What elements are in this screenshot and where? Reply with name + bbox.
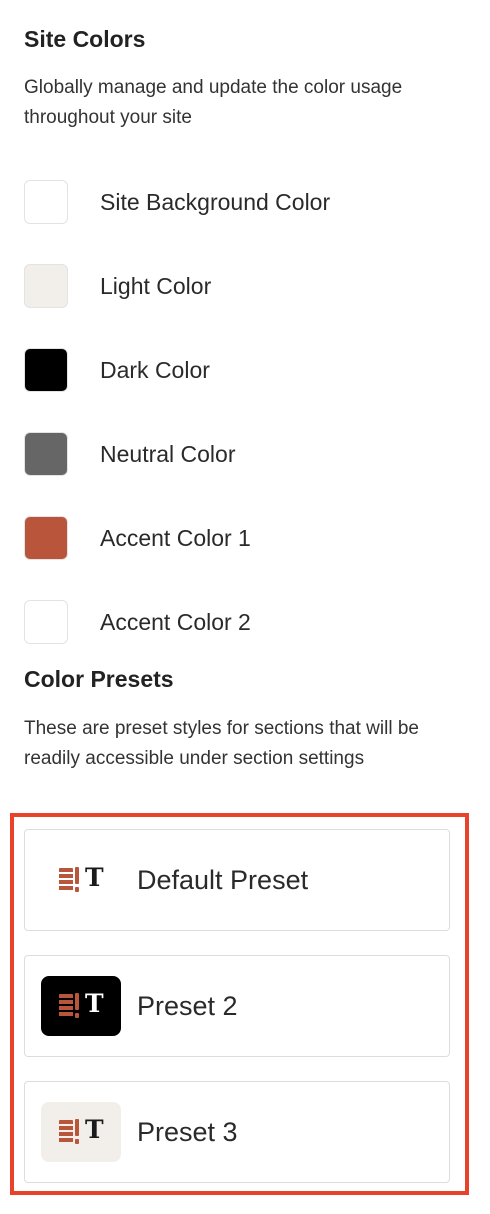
color-swatch[interactable] xyxy=(24,432,68,476)
color-row-light[interactable]: Light Color xyxy=(24,244,464,328)
preset-label: Preset 3 xyxy=(137,1116,238,1147)
color-row-accent-2[interactable]: Accent Color 2 xyxy=(24,580,464,664)
exclamation-dot xyxy=(75,887,79,892)
exclamation-dot xyxy=(75,1139,79,1144)
preset-card-default[interactable]: T Default Preset xyxy=(24,829,450,931)
color-swatch[interactable] xyxy=(24,180,68,224)
color-swatch[interactable] xyxy=(24,516,68,560)
preset-style-icon xyxy=(59,994,73,1018)
exclamation-icon xyxy=(75,1119,79,1136)
color-label: Accent Color 2 xyxy=(100,608,251,635)
preset-thumbnail: T xyxy=(41,976,121,1036)
exclamation-dot xyxy=(75,1013,79,1018)
preset-style-icon xyxy=(59,1120,73,1144)
color-presets-description: These are preset styles for sections tha… xyxy=(24,718,419,769)
preset-thumbnail: T xyxy=(41,1102,121,1162)
exclamation-icon xyxy=(75,993,79,1010)
color-row-neutral[interactable]: Neutral Color xyxy=(24,412,464,496)
color-label: Dark Color xyxy=(100,356,210,383)
color-row-site-background[interactable]: Site Background Color xyxy=(24,160,464,244)
thumb-glyph: T xyxy=(85,989,104,1018)
preset-card-3[interactable]: T Preset 3 xyxy=(24,1081,450,1183)
color-label: Accent Color 1 xyxy=(100,524,251,551)
preset-thumbnail: T xyxy=(41,850,121,910)
thumb-glyph: T xyxy=(85,863,104,892)
color-swatch[interactable] xyxy=(24,264,68,308)
color-label: Site Background Color xyxy=(100,188,331,215)
color-swatch[interactable] xyxy=(24,348,68,392)
preset-card-2[interactable]: T Preset 2 xyxy=(24,955,450,1057)
preset-style-icon xyxy=(59,868,73,892)
exclamation-icon xyxy=(75,867,79,884)
color-label: Light Color xyxy=(100,272,212,299)
color-label: Neutral Color xyxy=(100,440,236,467)
color-row-dark[interactable]: Dark Color xyxy=(24,328,464,412)
thumb-glyph: T xyxy=(85,1115,104,1144)
preset-label: Preset 2 xyxy=(137,990,238,1021)
color-swatch[interactable] xyxy=(24,600,68,644)
color-presets-title: Color Presets xyxy=(24,666,174,692)
preset-label: Default Preset xyxy=(137,864,309,895)
site-color-list: Site Background Color Light Color Dark C… xyxy=(24,160,464,664)
site-colors-title: Site Colors xyxy=(24,26,146,52)
site-colors-description: Globally manage and update the color usa… xyxy=(24,77,403,128)
color-row-accent-1[interactable]: Accent Color 1 xyxy=(24,496,464,580)
